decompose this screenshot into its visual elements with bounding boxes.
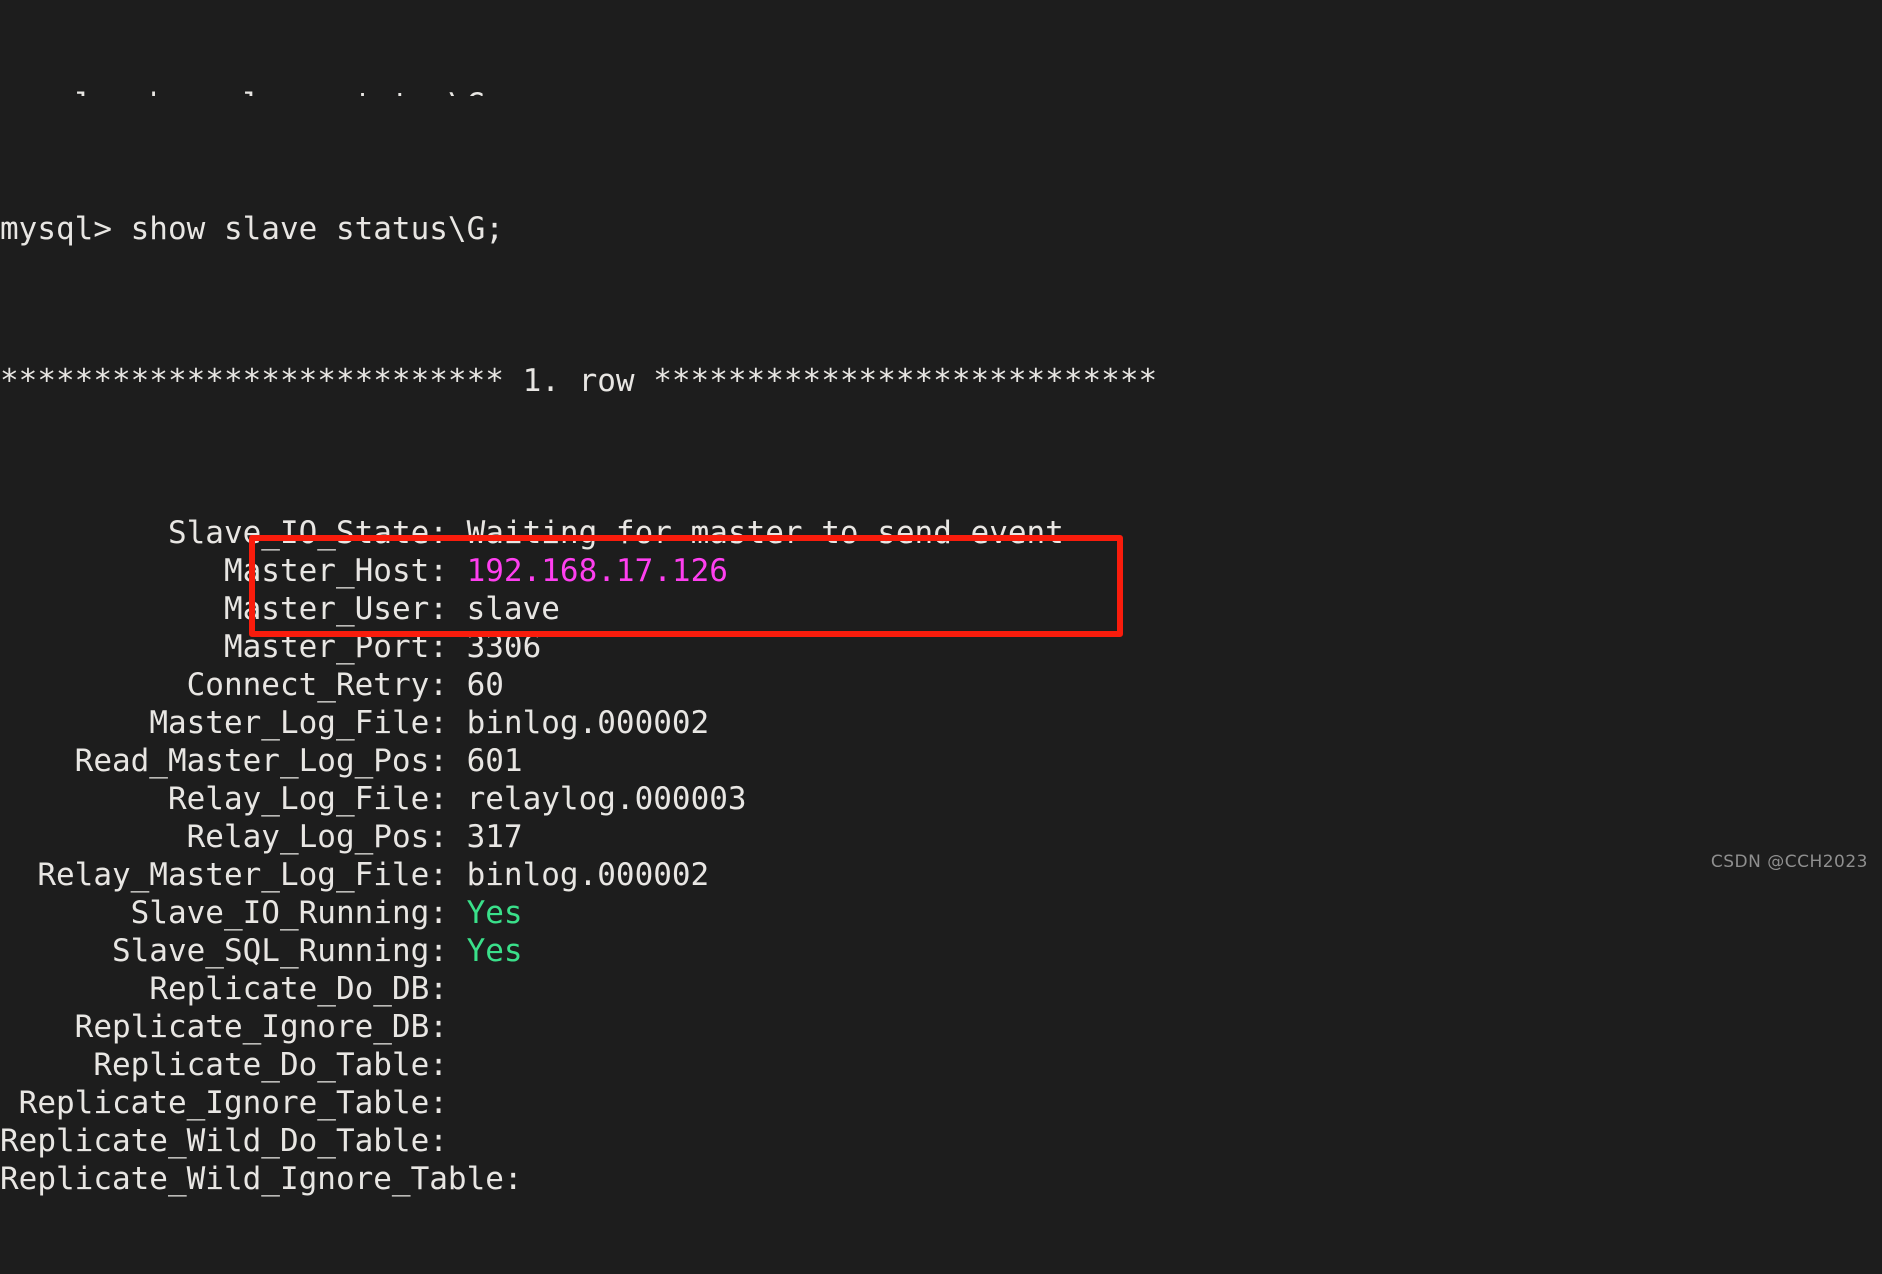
terminal-output[interactable]: mysql> show slave status\G; mysql> show …	[0, 0, 1882, 1274]
status-row: Connect_Retry: 60	[0, 666, 1882, 704]
status-row: Replicate_Wild_Ignore_Table:	[0, 1160, 1882, 1198]
status-row: Slave_IO_State: Waiting for master to se…	[0, 514, 1882, 552]
status-row-label: Replicate_Ignore_Table:	[18, 1085, 448, 1121]
status-row-value: relaylog.000003	[466, 781, 747, 817]
status-row-value: binlog.000002	[466, 857, 710, 893]
status-row-value: Waiting for master to send event	[466, 515, 1064, 551]
status-row-value: 317	[466, 819, 523, 855]
status-row-label: Master_Host:	[223, 553, 467, 589]
status-row-label: Slave_SQL_Running:	[111, 933, 467, 969]
row-indent	[0, 629, 224, 665]
row-indent	[0, 515, 168, 551]
status-row: Replicate_Ignore_DB:	[0, 1008, 1882, 1046]
status-row: Relay_Log_Pos: 317	[0, 818, 1882, 856]
status-row: Replicate_Do_DB:	[0, 970, 1882, 1008]
clipped-previous-line: mysql> show slave status\G;	[0, 86, 1882, 96]
status-row-label: Slave_IO_State:	[167, 515, 467, 551]
terminal-window: mysql> show slave status\G; mysql> show …	[0, 0, 1882, 1197]
status-row-label: Replicate_Do_DB:	[149, 971, 448, 1007]
csdn-watermark: CSDN @CCH2023	[1710, 852, 1868, 872]
status-row-value: Yes	[466, 895, 523, 931]
status-row-value: 60	[466, 667, 504, 703]
status-row-label: Relay_Log_File:	[167, 781, 467, 817]
status-row: Master_User: slave	[0, 590, 1882, 628]
status-row: Slave_IO_Running: Yes	[0, 894, 1882, 932]
status-row-value: Yes	[466, 933, 523, 969]
row-indent	[0, 705, 149, 741]
status-row: Relay_Master_Log_File: binlog.000002	[0, 856, 1882, 894]
status-row-label: Replicate_Ignore_DB:	[74, 1009, 448, 1045]
status-row-value: 601	[466, 743, 523, 779]
row-indent	[0, 781, 168, 817]
status-row: Read_Master_Log_Pos: 601	[0, 742, 1882, 780]
row-indent	[0, 1047, 93, 1083]
status-row-label: Relay_Log_Pos:	[186, 819, 467, 855]
status-row: Replicate_Ignore_Table:	[0, 1084, 1882, 1122]
row-indent	[0, 667, 187, 703]
status-row-label: Master_User:	[223, 591, 467, 627]
status-row: Master_Log_File: binlog.000002	[0, 704, 1882, 742]
prompt-line: mysql> show slave status\G;	[0, 211, 504, 247]
row-indent	[0, 553, 224, 589]
row-separator-line: *************************** 1. row *****…	[0, 363, 1158, 399]
status-row-label: Replicate_Wild_Do_Table:	[0, 1123, 448, 1159]
status-row-label: Replicate_Do_Table:	[93, 1047, 448, 1083]
status-row-label: Slave_IO_Running:	[130, 895, 467, 931]
slave-status-rows: Slave_IO_State: Waiting for master to se…	[0, 514, 1882, 1198]
status-row-label: Read_Master_Log_Pos:	[74, 743, 467, 779]
status-row-value: binlog.000002	[466, 705, 710, 741]
row-indent	[0, 971, 149, 1007]
status-row: Replicate_Do_Table:	[0, 1046, 1882, 1084]
status-row-label: Relay_Master_Log_File:	[37, 857, 467, 893]
status-row-value: 192.168.17.126	[466, 553, 728, 589]
status-row: Master_Host: 192.168.17.126	[0, 552, 1882, 590]
row-indent	[0, 591, 224, 627]
row-indent	[0, 895, 131, 931]
status-row-value: slave	[466, 591, 560, 627]
row-indent	[0, 1009, 75, 1045]
row-indent	[0, 819, 187, 855]
status-row-label: Master_Log_File:	[149, 705, 467, 741]
status-row-value: 3306	[466, 629, 542, 665]
status-row: Master_Port: 3306	[0, 628, 1882, 666]
row-indent	[0, 743, 75, 779]
status-row: Replicate_Wild_Do_Table:	[0, 1122, 1882, 1160]
row-indent	[0, 1085, 19, 1121]
status-row-label: Connect_Retry:	[186, 667, 467, 703]
row-indent	[0, 857, 37, 893]
status-row-label: Replicate_Wild_Ignore_Table:	[0, 1161, 523, 1197]
status-row: Slave_SQL_Running: Yes	[0, 932, 1882, 970]
status-row: Relay_Log_File: relaylog.000003	[0, 780, 1882, 818]
status-row-label: Master_Port:	[223, 629, 467, 665]
row-indent	[0, 933, 112, 969]
